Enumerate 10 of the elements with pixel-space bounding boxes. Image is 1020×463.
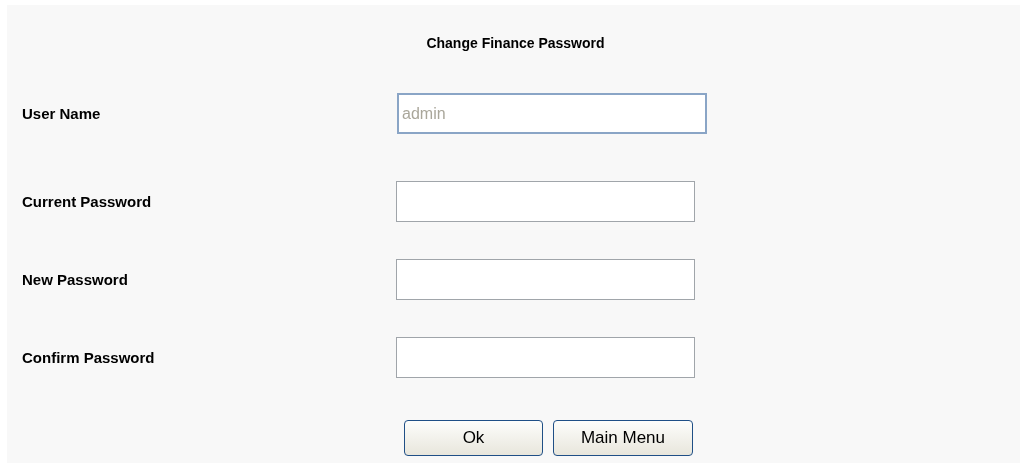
form-title: Change Finance Password: [426, 35, 605, 51]
password-field[interactable]: [396, 181, 695, 222]
ok-button[interactable]: Ok: [404, 420, 543, 456]
password-field[interactable]: [396, 337, 695, 378]
main-menu-button[interactable]: Main Menu: [553, 420, 693, 456]
field-label: Confirm Password: [21, 349, 156, 366]
field-label: User Name: [21, 105, 102, 122]
field-label: Current Password: [21, 193, 153, 210]
field-label: New Password: [21, 271, 129, 288]
password-field[interactable]: [396, 259, 695, 300]
